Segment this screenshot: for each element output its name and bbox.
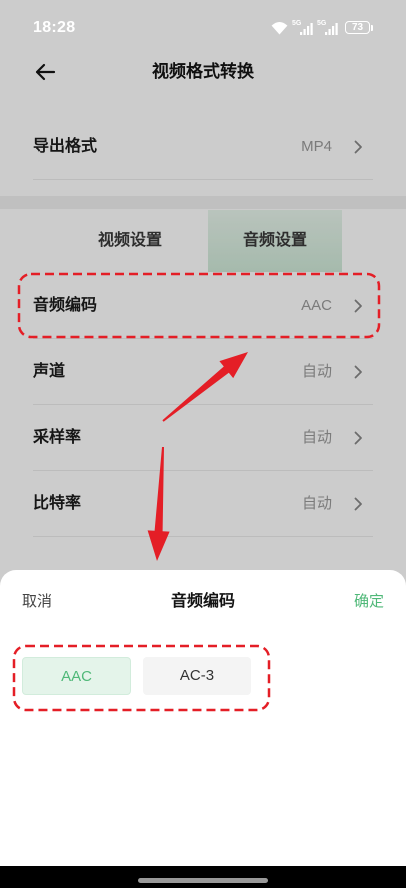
cancel-button[interactable]: 取消: [22, 585, 52, 619]
confirm-button[interactable]: 确定: [354, 585, 384, 619]
option-aac[interactable]: AAC: [22, 657, 131, 695]
phone-screen: 视频格式转换 导出格式 MP4 视频设置 音频设置 音频编码 AAC 声道 自动…: [0, 0, 406, 888]
status-bar: 18:28 5G 5G 73: [0, 0, 406, 45]
audio-codec-bottom-sheet: 音频编码 取消 确定 AAC AC-3: [0, 570, 406, 866]
cellular-signal-icon: 5G: [317, 20, 339, 36]
battery-icon: 73: [345, 21, 370, 34]
wifi-icon: [271, 21, 288, 35]
battery-level: 73: [351, 22, 364, 33]
system-nav-bar: [0, 866, 406, 888]
option-ac3[interactable]: AC-3: [143, 657, 251, 695]
sheet-title: 音频编码: [170, 593, 235, 610]
battery-terminal: [371, 25, 373, 31]
home-indicator[interactable]: [138, 878, 268, 883]
cellular-signal-icon: 5G: [292, 20, 314, 36]
status-time: 18:28: [33, 19, 76, 36]
